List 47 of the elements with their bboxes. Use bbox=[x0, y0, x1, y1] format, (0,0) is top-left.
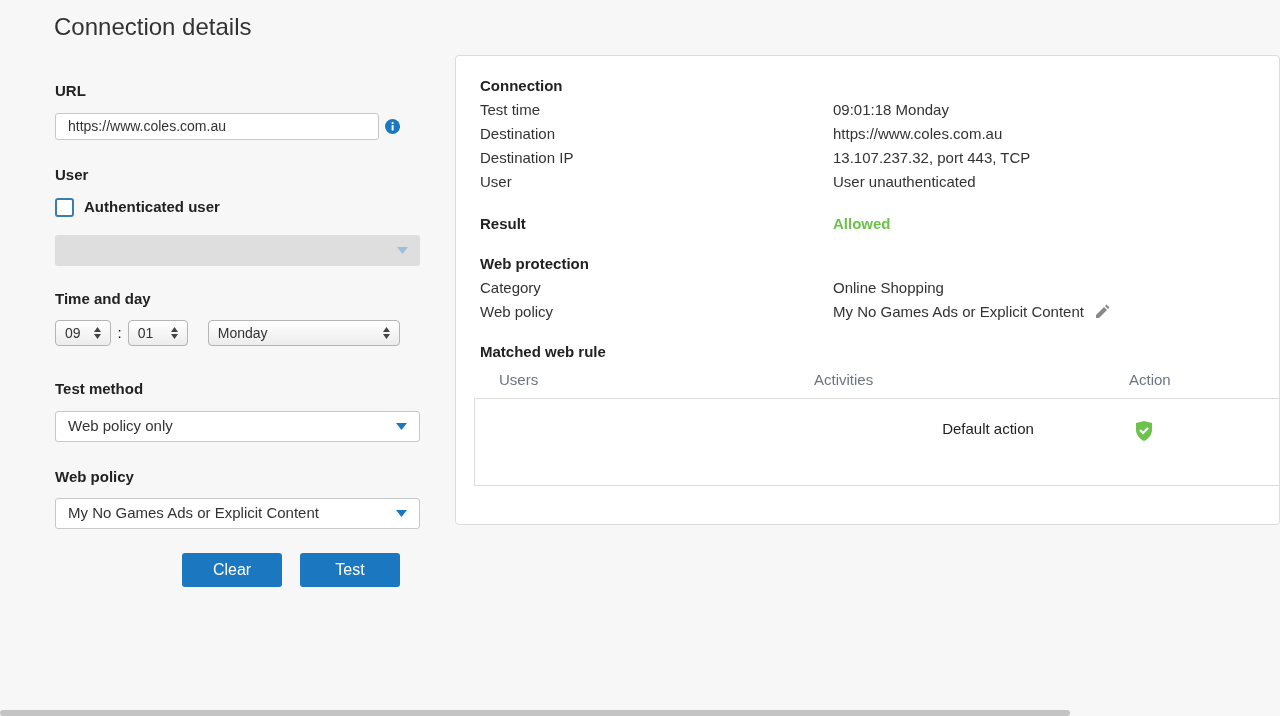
scrollbar[interactable] bbox=[0, 710, 1070, 716]
stepper-icon bbox=[383, 327, 390, 339]
page-title: Connection details bbox=[53, 12, 253, 42]
column-header: Action bbox=[1129, 370, 1172, 390]
field-label: Time and day bbox=[55, 288, 152, 309]
field-label: URL bbox=[55, 81, 87, 101]
detail-label: User bbox=[480, 172, 513, 192]
detail-label: Category bbox=[480, 278, 542, 298]
result-status: Allowed bbox=[833, 214, 892, 234]
hour-select[interactable]: 09 bbox=[55, 320, 112, 346]
stepper-icon bbox=[94, 327, 102, 339]
detail-label: Test time bbox=[480, 100, 541, 120]
detail-label: Web policy bbox=[480, 302, 555, 322]
detail-value: Online Shopping bbox=[833, 278, 944, 298]
field-label: Test method bbox=[55, 379, 145, 399]
column-header: Activities bbox=[814, 370, 875, 390]
field-label: Web policy bbox=[55, 466, 135, 487]
time-separator: : bbox=[117, 322, 122, 343]
stepper-icon bbox=[170, 327, 178, 339]
detail-value: 13.107.237.32, port 443, TCP bbox=[833, 148, 1032, 168]
column-header: Users bbox=[499, 370, 540, 390]
caret-icon bbox=[396, 510, 407, 517]
detail-value: User unauthenticated bbox=[833, 172, 977, 192]
checkbox-label: Authenticated user bbox=[84, 197, 220, 217]
url-field[interactable]: https://www.coles.com.au bbox=[55, 112, 379, 140]
detail-value: 09:01:18 Monday bbox=[833, 100, 950, 120]
detail-label: Destination bbox=[480, 124, 557, 144]
section-heading: Web protection bbox=[480, 254, 590, 274]
pencil-icon[interactable] bbox=[1093, 304, 1110, 320]
info-icon[interactable] bbox=[384, 117, 400, 135]
caret-icon bbox=[396, 422, 407, 430]
table-cell-text: Default action bbox=[941, 419, 1035, 439]
minute-select[interactable]: 01 bbox=[127, 320, 188, 346]
detail-label: Destination IP bbox=[480, 148, 575, 168]
section-heading: Matched web rule bbox=[480, 342, 607, 362]
field-label: User bbox=[55, 164, 90, 185]
caret-icon bbox=[397, 246, 408, 254]
section-heading: Result bbox=[480, 214, 527, 234]
web-policy-select[interactable]: My No Games Ads or Explicit Content bbox=[55, 498, 420, 529]
detail-value: https://www.coles.com.au bbox=[833, 124, 1004, 144]
checkbox[interactable] bbox=[55, 197, 74, 217]
test-button[interactable]: Test bbox=[300, 553, 400, 587]
test-method-select[interactable]: Web policy only bbox=[55, 410, 420, 442]
detail-value: My No Games Ads or Explicit Content bbox=[833, 302, 1084, 322]
clear-button[interactable]: Clear bbox=[182, 553, 282, 587]
day-select[interactable]: Monday bbox=[207, 320, 400, 346]
section-heading: Connection bbox=[480, 76, 564, 96]
